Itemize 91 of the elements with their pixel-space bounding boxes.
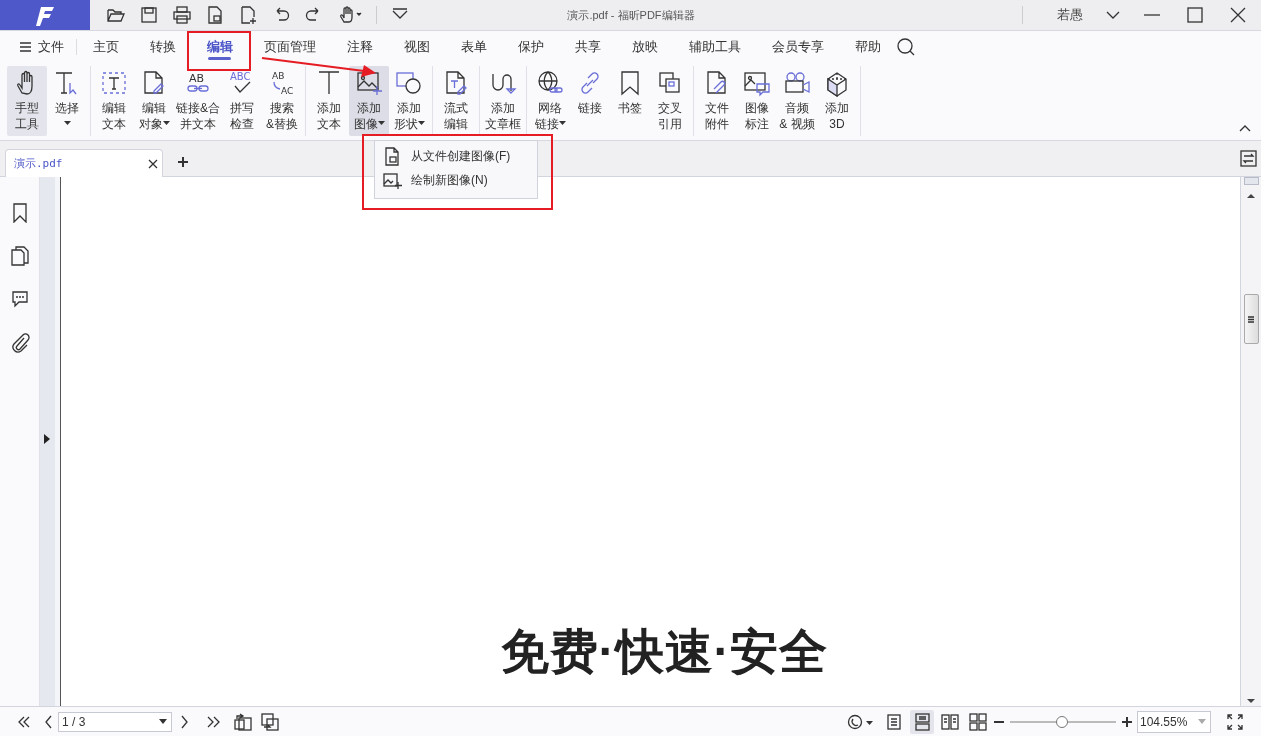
hand-tool-button[interactable]: 手型 工具 (7, 66, 47, 136)
ribbon-tab[interactable]: 辅助工具 (673, 31, 756, 62)
night-mode-icon[interactable] (847, 713, 874, 730)
first-page-icon[interactable] (16, 714, 32, 729)
text-box-icon (100, 69, 128, 97)
logo-icon (35, 4, 55, 26)
ribbon-tab[interactable]: 主页 (77, 31, 134, 62)
add-article-box-button[interactable]: 添加 文章框 (483, 66, 523, 136)
print-icon[interactable] (172, 5, 192, 25)
zoom-field[interactable]: 104.55% (1137, 710, 1211, 733)
highlight-frame (187, 31, 251, 71)
image-annotation-button[interactable]: 图像 标注 (737, 66, 777, 136)
view-mode-glyph-icon (913, 712, 931, 731)
next-view-icon[interactable] (261, 712, 279, 731)
page-number-field[interactable]: 1 / 3 (58, 711, 172, 732)
shape-icon (395, 69, 423, 97)
fullscreen-icon[interactable] (1227, 713, 1243, 730)
select-tool-button[interactable]: 选择 (47, 66, 87, 136)
bookmark-icon[interactable] (11, 203, 28, 223)
file-menu-button[interactable]: 文件 (19, 37, 64, 56)
pages-icon[interactable] (10, 246, 29, 266)
menu-item[interactable]: 从文件创建图像(F) (375, 144, 537, 168)
ribbon-tab[interactable]: 注释 (331, 31, 388, 62)
image-plus-icon (383, 170, 402, 190)
hand-icon[interactable] (337, 5, 363, 25)
grip-icon (1247, 315, 1255, 323)
slider-thumb[interactable] (1055, 715, 1068, 728)
file-image-icon (383, 146, 402, 166)
scroll-up-icon[interactable] (1247, 193, 1255, 199)
add-shape-button[interactable]: 添加 形状 (389, 66, 429, 136)
audio-video-button[interactable]: 音频 & 视频 (777, 66, 817, 136)
menu-item[interactable]: 绘制新图像(N) (375, 168, 537, 192)
ribbon-tab[interactable]: 保护 (502, 31, 559, 62)
swap-panel-icon[interactable] (1240, 150, 1257, 167)
edit-text-button[interactable]: 编辑 文本 (94, 66, 134, 136)
ribbon-tab[interactable]: 编辑 (191, 31, 248, 62)
ribbon-tab[interactable]: 表单 (445, 31, 502, 62)
close-icon[interactable] (1229, 7, 1247, 23)
menu-icon (19, 39, 32, 54)
vertical-scrollbar[interactable] (1240, 177, 1261, 706)
flow-edit-button[interactable]: 流式 编辑 (436, 66, 476, 136)
image-add-icon (355, 69, 383, 97)
search-replace-button[interactable]: AB AC 搜索 &替换 (262, 66, 302, 136)
ribbon-tab[interactable]: 页面管理 (248, 31, 331, 62)
window-title: 演示.pdf - 福昕PDF编辑器 (566, 7, 696, 23)
ribbon-tab[interactable]: 视图 (388, 31, 445, 62)
page-heading: 免费·快速·安全 (500, 624, 829, 680)
document-tab[interactable]: 演示.pdf (5, 149, 163, 177)
previous-page-icon[interactable] (44, 714, 54, 729)
close-icon[interactable] (147, 157, 159, 170)
ribbon-tab[interactable]: 会员专享 (756, 31, 839, 62)
ribbon-tab[interactable]: 放映 (616, 31, 673, 62)
ribbon-tab[interactable]: 帮助 (839, 31, 896, 62)
zoom-in-icon[interactable] (1122, 716, 1132, 727)
add-3d-button[interactable]: 添加 3D (817, 66, 857, 136)
caret-icon (159, 719, 167, 724)
view-mode-glyph-icon (885, 712, 903, 731)
bookmark-button[interactable]: 书签 (610, 66, 650, 136)
scrollbar-top-button[interactable] (1243, 177, 1259, 185)
edit-object-button[interactable]: 编辑 对象 (134, 66, 174, 136)
document-icon[interactable] (205, 5, 225, 25)
caret-icon (1198, 719, 1206, 724)
maximize-icon[interactable] (1186, 7, 1204, 23)
comment-icon[interactable] (9, 289, 30, 309)
cross-reference-button[interactable]: 交叉 引用 (650, 66, 690, 136)
plus-icon[interactable] (177, 156, 189, 168)
link-button[interactable]: 链接 (570, 66, 610, 136)
view-mode-glyph-icon (941, 712, 959, 731)
file-attachment-button[interactable]: 文件 附件 (697, 66, 737, 136)
ribbon-tab[interactable]: 共享 (559, 31, 616, 62)
new-file-icon[interactable] (238, 5, 258, 25)
ribbon-tab[interactable]: 转换 (134, 31, 191, 62)
scroll-down-icon[interactable] (1247, 698, 1255, 704)
image-comment-icon (743, 69, 771, 97)
view-mode-glyph-icon (969, 712, 987, 731)
spell-check-button[interactable]: ABC 拼写 检查 (222, 66, 262, 136)
search-icon[interactable] (896, 36, 916, 57)
scrollbar-thumb[interactable] (1243, 294, 1259, 344)
collapse-ribbon-icon[interactable] (1239, 125, 1251, 133)
continuous-page-icon[interactable] (910, 709, 934, 734)
user-name[interactable]: 若愚 (1057, 6, 1083, 24)
expand-arrow-icon[interactable] (44, 434, 50, 444)
add-text-button[interactable]: 添加 文本 (309, 66, 349, 136)
link-merge-text-button[interactable]: AB 链接&合 并文本 (174, 66, 222, 136)
web-link-button[interactable]: 网络 链接 (530, 66, 570, 136)
next-page-icon[interactable] (180, 714, 190, 729)
add-image-button[interactable]: 添加 图像 (349, 66, 389, 136)
previous-view-icon[interactable] (234, 712, 252, 731)
save-icon[interactable] (139, 5, 159, 25)
last-page-icon[interactable] (206, 714, 222, 729)
paperclip-icon[interactable] (9, 332, 30, 354)
